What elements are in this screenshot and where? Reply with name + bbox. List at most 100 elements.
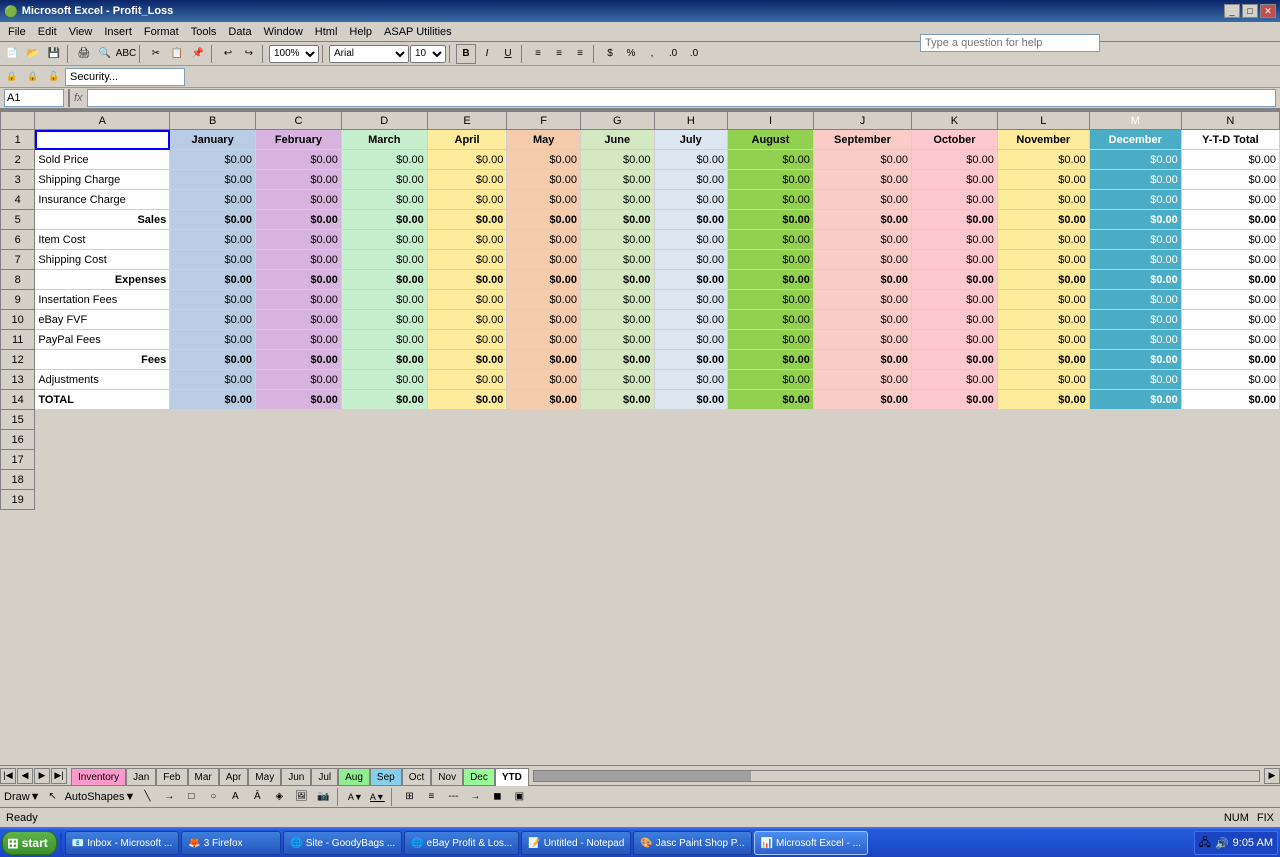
oval-tool[interactable]: ○ <box>203 787 223 807</box>
row-num[interactable]: 9 <box>1 290 35 310</box>
comma-button[interactable]: , <box>642 44 662 64</box>
textbox-tool[interactable]: A <box>225 787 245 807</box>
row-num[interactable]: 11 <box>1 330 35 350</box>
cell-F10[interactable]: $0.00 <box>507 310 581 330</box>
cell-E8[interactable]: $0.00 <box>427 270 507 290</box>
cell-J1[interactable]: September <box>813 130 911 150</box>
row-num[interactable]: 1 <box>1 130 35 150</box>
cell-L14[interactable]: $0.00 <box>997 390 1089 410</box>
cell-D5[interactable]: $0.00 <box>341 210 427 230</box>
shadow-btn[interactable]: ◼ <box>487 787 507 807</box>
increase-decimal-button[interactable]: .0 <box>663 44 683 64</box>
col-header-A[interactable]: A <box>35 112 170 130</box>
arrow-style-btn[interactable]: → <box>465 787 485 807</box>
cell-H4[interactable]: $0.00 <box>654 190 728 210</box>
cell-A11[interactable]: PayPal Fees <box>35 330 170 350</box>
cell-D1[interactable]: March <box>341 130 427 150</box>
cell-A9[interactable]: Insertation Fees <box>35 290 170 310</box>
cell-A3[interactable]: Shipping Charge <box>35 170 170 190</box>
open-button[interactable]: 📂 <box>23 44 43 64</box>
cell-H11[interactable]: $0.00 <box>654 330 728 350</box>
cell-H2[interactable]: $0.00 <box>654 150 728 170</box>
cell-K13[interactable]: $0.00 <box>912 370 998 390</box>
row-num[interactable]: 10 <box>1 310 35 330</box>
menu-html[interactable]: Html <box>309 24 344 40</box>
cell-M1[interactable]: December <box>1089 130 1181 150</box>
cell-I11[interactable]: $0.00 <box>728 330 814 350</box>
cell-M9[interactable]: $0.00 <box>1089 290 1181 310</box>
cell-L10[interactable]: $0.00 <box>997 310 1089 330</box>
menu-help[interactable]: Help <box>343 24 378 40</box>
cell-E11[interactable]: $0.00 <box>427 330 507 350</box>
row-num[interactable]: 4 <box>1 190 35 210</box>
cell-B12[interactable]: $0.00 <box>170 350 256 370</box>
cell-A10[interactable]: eBay FVF <box>35 310 170 330</box>
cell-K5[interactable]: $0.00 <box>912 210 998 230</box>
cell-L6[interactable]: $0.00 <box>997 230 1089 250</box>
cell-K1[interactable]: October <box>912 130 998 150</box>
cell-G3[interactable]: $0.00 <box>580 170 654 190</box>
sheet-tab-jan[interactable]: Jan <box>126 768 156 786</box>
cell-H5[interactable]: $0.00 <box>654 210 728 230</box>
row-num[interactable]: 8 <box>1 270 35 290</box>
cell-E7[interactable]: $0.00 <box>427 250 507 270</box>
cell-N3[interactable]: $0.00 <box>1181 170 1279 190</box>
cell-D3[interactable]: $0.00 <box>341 170 427 190</box>
cell-G1[interactable]: June <box>580 130 654 150</box>
security-input[interactable]: Security... <box>65 68 185 86</box>
rect-tool[interactable]: □ <box>181 787 201 807</box>
cell-K10[interactable]: $0.00 <box>912 310 998 330</box>
col-header-C[interactable]: C <box>256 112 342 130</box>
align-right-button[interactable]: ≡ <box>570 44 590 64</box>
cell-N4[interactable]: $0.00 <box>1181 190 1279 210</box>
cell-L12[interactable]: $0.00 <box>997 350 1089 370</box>
cell-B6[interactable]: $0.00 <box>170 230 256 250</box>
cell-G2[interactable]: $0.00 <box>580 150 654 170</box>
arrow-tool[interactable]: → <box>159 787 179 807</box>
cell-G11[interactable]: $0.00 <box>580 330 654 350</box>
cell-J12[interactable]: $0.00 <box>813 350 911 370</box>
cell-I12[interactable]: $0.00 <box>728 350 814 370</box>
cell-F7[interactable]: $0.00 <box>507 250 581 270</box>
security-btn-1[interactable]: 🔒 <box>2 67 22 87</box>
italic-button[interactable]: I <box>477 44 497 64</box>
cell-A4[interactable]: Insurance Charge <box>35 190 170 210</box>
sheet-tab-ytd[interactable]: YTD <box>495 768 529 786</box>
close-button[interactable]: ✕ <box>1260 4 1276 18</box>
cell-L13[interactable]: $0.00 <box>997 370 1089 390</box>
col-header-I[interactable]: I <box>728 112 814 130</box>
sheet-tab-aug[interactable]: Aug <box>338 768 370 786</box>
cell-J6[interactable]: $0.00 <box>813 230 911 250</box>
cell-N13[interactable]: $0.00 <box>1181 370 1279 390</box>
cut-button[interactable]: ✂ <box>146 44 166 64</box>
cell-E10[interactable]: $0.00 <box>427 310 507 330</box>
cell-E3[interactable]: $0.00 <box>427 170 507 190</box>
cell-D14[interactable]: $0.00 <box>341 390 427 410</box>
cell-D7[interactable]: $0.00 <box>341 250 427 270</box>
col-header-D[interactable]: D <box>341 112 427 130</box>
cell-B11[interactable]: $0.00 <box>170 330 256 350</box>
menu-file[interactable]: File <box>2 24 32 40</box>
cell-H12[interactable]: $0.00 <box>654 350 728 370</box>
line-tool[interactable]: ╲ <box>137 787 157 807</box>
scroll-last-tab[interactable]: ▶| <box>51 768 67 784</box>
taskbar-goodybags[interactable]: 🌐 Site - GoodyBags ... <box>283 831 402 855</box>
bold-button[interactable]: B <box>456 44 476 64</box>
cell-C9[interactable]: $0.00 <box>256 290 342 310</box>
cell-M11[interactable]: $0.00 <box>1089 330 1181 350</box>
formula-input[interactable] <box>87 89 1276 107</box>
cell-H13[interactable]: $0.00 <box>654 370 728 390</box>
col-header-L[interactable]: L <box>997 112 1089 130</box>
cell-L3[interactable]: $0.00 <box>997 170 1089 190</box>
fontsize-select[interactable]: 10 <box>410 45 446 63</box>
cell-B1[interactable]: January <box>170 130 256 150</box>
save-button[interactable]: 💾 <box>44 44 64 64</box>
cell-H1[interactable]: July <box>654 130 728 150</box>
cell-J3[interactable]: $0.00 <box>813 170 911 190</box>
taskbar-paintshop[interactable]: 🎨 Jasc Paint Shop P... <box>633 831 751 855</box>
cell-E12[interactable]: $0.00 <box>427 350 507 370</box>
cell-B7[interactable]: $0.00 <box>170 250 256 270</box>
cell-D6[interactable]: $0.00 <box>341 230 427 250</box>
cell-G4[interactable]: $0.00 <box>580 190 654 210</box>
row-num[interactable]: 14 <box>1 390 35 410</box>
